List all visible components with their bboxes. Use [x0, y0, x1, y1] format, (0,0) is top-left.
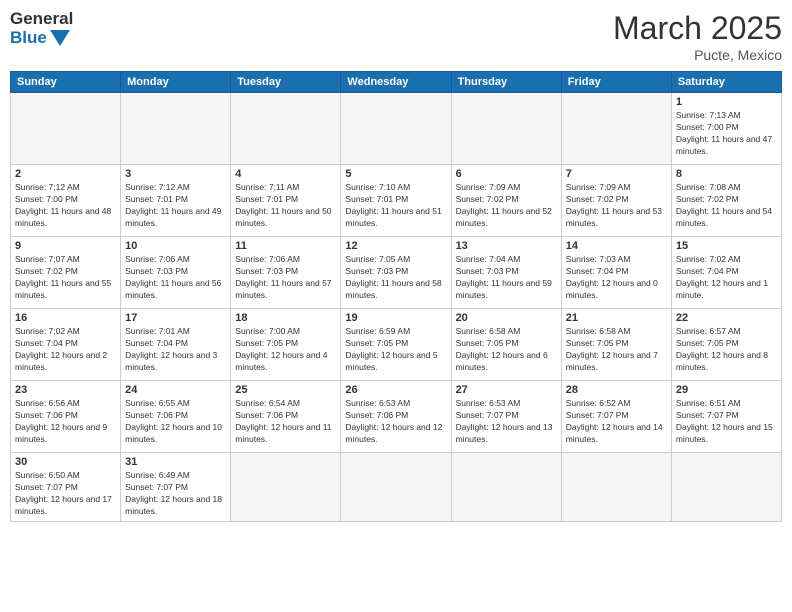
day-empty-5: [451, 93, 561, 165]
week-row-1: 1 Sunrise: 7:13 AMSunset: 7:00 PMDayligh…: [11, 93, 782, 165]
header-friday: Friday: [561, 72, 671, 93]
day-empty-10: [561, 453, 671, 522]
day-2: 2 Sunrise: 7:12 AMSunset: 7:00 PMDayligh…: [11, 165, 121, 237]
day-22: 22 Sunrise: 6:57 AMSunset: 7:05 PMDaylig…: [671, 309, 781, 381]
day-4: 4 Sunrise: 7:11 AMSunset: 7:01 PMDayligh…: [231, 165, 341, 237]
day-29: 29 Sunrise: 6:51 AMSunset: 7:07 PMDaylig…: [671, 381, 781, 453]
day-empty-7: [231, 453, 341, 522]
day-14: 14 Sunrise: 7:03 AMSunset: 7:04 PMDaylig…: [561, 237, 671, 309]
day-16: 16 Sunrise: 7:02 AMSunset: 7:04 PMDaylig…: [11, 309, 121, 381]
month-title: March 2025: [613, 10, 782, 47]
day-31: 31 Sunrise: 6:49 AMSunset: 7:07 PMDaylig…: [121, 453, 231, 522]
week-row-5: 23 Sunrise: 6:56 AMSunset: 7:06 PMDaylig…: [11, 381, 782, 453]
day-empty-8: [341, 453, 451, 522]
calendar: Sunday Monday Tuesday Wednesday Thursday…: [10, 71, 782, 522]
day-27: 27 Sunrise: 6:53 AMSunset: 7:07 PMDaylig…: [451, 381, 561, 453]
day-24: 24 Sunrise: 6:55 AMSunset: 7:06 PMDaylig…: [121, 381, 231, 453]
day-28: 28 Sunrise: 6:52 AMSunset: 7:07 PMDaylig…: [561, 381, 671, 453]
week-row-3: 9 Sunrise: 7:07 AMSunset: 7:02 PMDayligh…: [11, 237, 782, 309]
header-wednesday: Wednesday: [341, 72, 451, 93]
day-21: 21 Sunrise: 6:58 AMSunset: 7:05 PMDaylig…: [561, 309, 671, 381]
weekday-header-row: Sunday Monday Tuesday Wednesday Thursday…: [11, 72, 782, 93]
header-saturday: Saturday: [671, 72, 781, 93]
day-30: 30 Sunrise: 6:50 AMSunset: 7:07 PMDaylig…: [11, 453, 121, 522]
day-empty-3: [231, 93, 341, 165]
day-empty-6: [561, 93, 671, 165]
day-7: 7 Sunrise: 7:09 AMSunset: 7:02 PMDayligh…: [561, 165, 671, 237]
day-18: 18 Sunrise: 7:00 AMSunset: 7:05 PMDaylig…: [231, 309, 341, 381]
day-8: 8 Sunrise: 7:08 AMSunset: 7:02 PMDayligh…: [671, 165, 781, 237]
day-12: 12 Sunrise: 7:05 AMSunset: 7:03 PMDaylig…: [341, 237, 451, 309]
day-empty-1: [11, 93, 121, 165]
day-6: 6 Sunrise: 7:09 AMSunset: 7:02 PMDayligh…: [451, 165, 561, 237]
day-23: 23 Sunrise: 6:56 AMSunset: 7:06 PMDaylig…: [11, 381, 121, 453]
day-empty-2: [121, 93, 231, 165]
day-17: 17 Sunrise: 7:01 AMSunset: 7:04 PMDaylig…: [121, 309, 231, 381]
day-1: 1 Sunrise: 7:13 AMSunset: 7:00 PMDayligh…: [671, 93, 781, 165]
location: Pucte, Mexico: [613, 47, 782, 63]
header-thursday: Thursday: [451, 72, 561, 93]
day-empty-9: [451, 453, 561, 522]
header-sunday: Sunday: [11, 72, 121, 93]
day-3: 3 Sunrise: 7:12 AMSunset: 7:01 PMDayligh…: [121, 165, 231, 237]
day-empty-11: [671, 453, 781, 522]
day-11: 11 Sunrise: 7:06 AMSunset: 7:03 PMDaylig…: [231, 237, 341, 309]
day-empty-4: [341, 93, 451, 165]
title-section: March 2025 Pucte, Mexico: [613, 10, 782, 63]
day-9: 9 Sunrise: 7:07 AMSunset: 7:02 PMDayligh…: [11, 237, 121, 309]
header: General Blue March 2025 Pucte, Mexico: [10, 10, 782, 63]
day-26: 26 Sunrise: 6:53 AMSunset: 7:06 PMDaylig…: [341, 381, 451, 453]
day-10: 10 Sunrise: 7:06 AMSunset: 7:03 PMDaylig…: [121, 237, 231, 309]
day-20: 20 Sunrise: 6:58 AMSunset: 7:05 PMDaylig…: [451, 309, 561, 381]
week-row-4: 16 Sunrise: 7:02 AMSunset: 7:04 PMDaylig…: [11, 309, 782, 381]
day-25: 25 Sunrise: 6:54 AMSunset: 7:06 PMDaylig…: [231, 381, 341, 453]
week-row-6: 30 Sunrise: 6:50 AMSunset: 7:07 PMDaylig…: [11, 453, 782, 522]
day-19: 19 Sunrise: 6:59 AMSunset: 7:05 PMDaylig…: [341, 309, 451, 381]
header-tuesday: Tuesday: [231, 72, 341, 93]
header-monday: Monday: [121, 72, 231, 93]
logo: General Blue: [10, 10, 73, 47]
day-5: 5 Sunrise: 7:10 AMSunset: 7:01 PMDayligh…: [341, 165, 451, 237]
day-15: 15 Sunrise: 7:02 AMSunset: 7:04 PMDaylig…: [671, 237, 781, 309]
week-row-2: 2 Sunrise: 7:12 AMSunset: 7:00 PMDayligh…: [11, 165, 782, 237]
day-13: 13 Sunrise: 7:04 AMSunset: 7:03 PMDaylig…: [451, 237, 561, 309]
